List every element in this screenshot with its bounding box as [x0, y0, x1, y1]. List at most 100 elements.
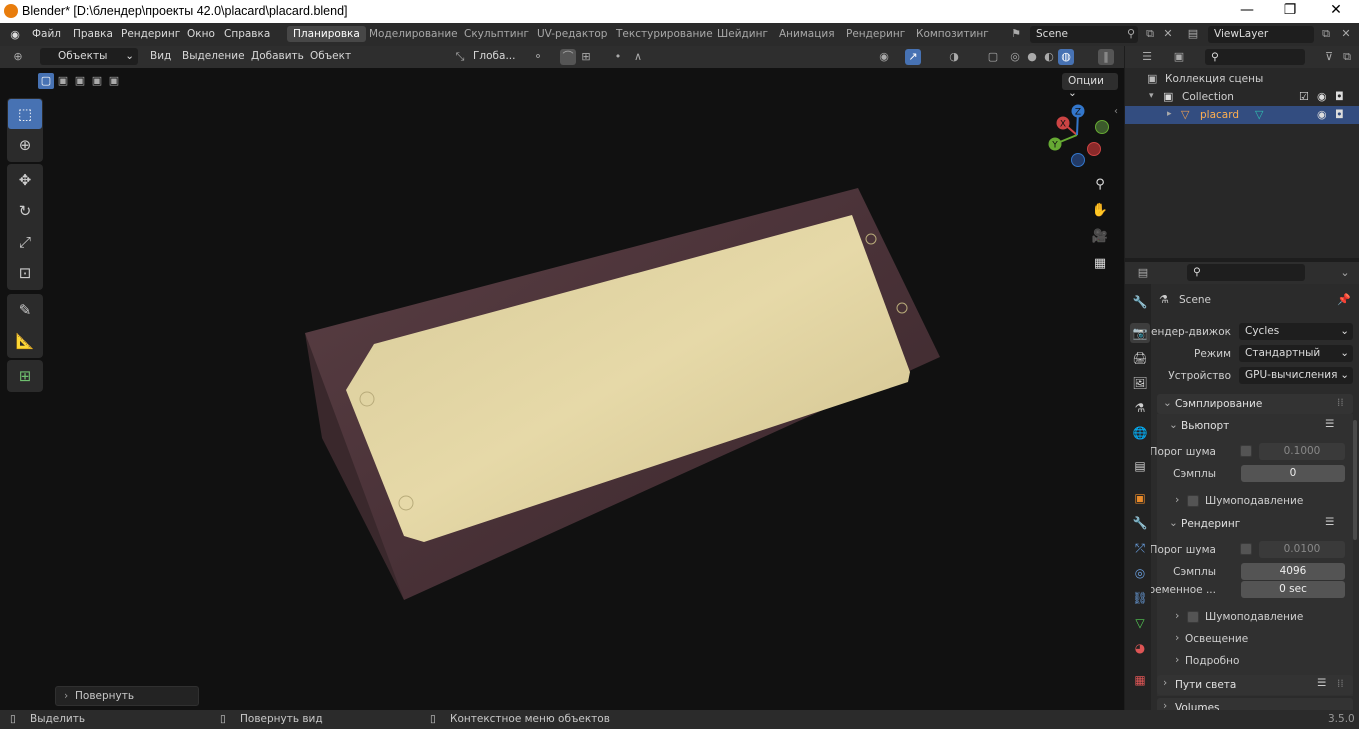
close-button[interactable]: ✕ — [1326, 2, 1346, 20]
camera-icon[interactable]: ◘ — [1335, 90, 1344, 103]
view-layer-tab-icon[interactable]: 🖼 — [1130, 373, 1150, 393]
gizmo-neg-y-icon[interactable] — [1095, 120, 1109, 134]
pan-hand-icon[interactable]: ✋ — [1090, 201, 1110, 221]
render-noise-threshold-field[interactable]: 0.0100 — [1259, 541, 1345, 558]
time-limit-field[interactable]: 0 sec — [1241, 581, 1345, 598]
menu-add[interactable]: Добавить — [251, 50, 304, 62]
filter-icon[interactable]: ⊽ — [1321, 49, 1337, 65]
noise-threshold-checkbox[interactable] — [1240, 445, 1252, 457]
pin-icon[interactable]: ⚲ — [1123, 26, 1139, 42]
display-mode-icon[interactable]: ▣ — [1171, 49, 1187, 65]
render-engine-dropdown[interactable]: Cycles ⌄ — [1239, 323, 1353, 340]
eye-icon[interactable]: ◉ — [1317, 108, 1327, 121]
output-tab-icon[interactable]: 🖨 — [1130, 348, 1150, 368]
drag-handle-icon[interactable]: ⁞⁞ — [1337, 397, 1344, 409]
tab-shading[interactable]: Шейдинг — [717, 28, 768, 40]
last-operator-panel[interactable]: › Повернуть — [55, 686, 199, 706]
menu-render[interactable]: Рендеринг — [121, 28, 180, 40]
data-tab-icon[interactable]: ▽ — [1130, 613, 1150, 633]
tab-texture-paint[interactable]: Текстурирование — [616, 28, 713, 40]
maximize-button[interactable]: ❐ — [1280, 2, 1300, 20]
mode-dropdown[interactable]: Объекты ⌄ — [40, 48, 138, 65]
menu-view[interactable]: Вид — [150, 50, 171, 62]
outliner-editor-icon[interactable]: ☰ — [1139, 49, 1155, 65]
delete-scene-icon[interactable]: ✕ — [1160, 26, 1176, 42]
tab-animation[interactable]: Анимация — [779, 28, 835, 40]
object-tab-icon[interactable]: ▣ — [1130, 488, 1150, 508]
editor-type-icon[interactable]: ⊕ — [10, 49, 26, 65]
scene-field[interactable]: Scene — [1030, 26, 1138, 43]
proportional-editing-icon[interactable]: • — [610, 49, 626, 65]
shading-wireframe-icon[interactable]: ◎ — [1007, 49, 1023, 65]
tab-modeling[interactable]: Моделирование — [369, 28, 458, 40]
physics-tab-icon[interactable]: ◎ — [1130, 563, 1150, 583]
zoom-icon[interactable]: ⚲ — [1090, 175, 1110, 195]
tab-rendering[interactable]: Рендеринг — [846, 28, 905, 40]
viewport-denoise-row[interactable]: › Шумоподавление — [1175, 492, 1345, 510]
new-collection-icon[interactable]: ⧉ — [1339, 49, 1355, 65]
falloff-icon[interactable]: ∧ — [630, 49, 646, 65]
transform-orientation-dropdown[interactable]: Глоба... — [473, 50, 515, 62]
menu-help[interactable]: Справка — [224, 28, 270, 40]
gizmo-neg-x-icon[interactable] — [1087, 142, 1101, 156]
pin-icon[interactable]: 📌 — [1337, 293, 1351, 306]
gizmo-toggle-icon[interactable]: ↗ — [905, 49, 921, 65]
new-viewlayer-icon[interactable]: ⧉ — [1318, 26, 1334, 42]
transform-orientation-icon[interactable]: ⤡ — [452, 49, 468, 65]
tab-sculpting[interactable]: Скульптинг — [464, 28, 529, 40]
camera-icon[interactable]: ◘ — [1335, 108, 1344, 121]
eye-icon[interactable]: ◉ — [1317, 90, 1327, 103]
advanced-subpanel-header[interactable]: › Подробно — [1175, 652, 1345, 670]
pivot-icon[interactable]: ⚬ — [530, 49, 546, 65]
mode-dropdown[interactable]: Стандартный ⌄ — [1239, 345, 1353, 362]
sampling-panel-header[interactable]: ⌄ Сэмплирование ⁞⁞ — [1157, 394, 1353, 414]
lights-subpanel-header[interactable]: › Освещение — [1175, 630, 1345, 648]
overlay-toggle-icon[interactable]: ◑ — [946, 49, 962, 65]
navigation-gizmo[interactable]: X Y Z — [1042, 102, 1116, 168]
constraints-tab-icon[interactable]: ⛓ — [1130, 588, 1150, 608]
chevron-down-icon[interactable]: ▾ — [1149, 91, 1154, 101]
scene-icon[interactable]: ⚑ — [1008, 26, 1024, 42]
tab-compositing[interactable]: Композитинг — [916, 28, 989, 40]
device-dropdown[interactable]: GPU-вычисления ⌄ — [1239, 367, 1353, 384]
pause-render-icon[interactable]: ‖ — [1098, 49, 1114, 65]
gizmo-neg-z-icon[interactable] — [1071, 153, 1085, 167]
shading-material-icon[interactable]: ◐ — [1041, 49, 1057, 65]
delete-viewlayer-icon[interactable]: ✕ — [1338, 26, 1354, 42]
material-tab-icon[interactable]: ◕ — [1130, 638, 1150, 658]
checkbox-icon[interactable]: ☑ — [1299, 90, 1309, 103]
shading-solid-icon[interactable]: ● — [1024, 49, 1040, 65]
render-denoise-row[interactable]: › Шумоподавление — [1175, 608, 1345, 626]
menu-edit[interactable]: Правка — [73, 28, 113, 40]
snap-target-icon[interactable]: ⊞ — [578, 49, 594, 65]
outliner-row-scene-collection[interactable]: ▣ Коллекция сцены — [1125, 70, 1359, 88]
menu-file[interactable]: Файл — [32, 28, 61, 40]
drag-handle-icon[interactable]: ⁞⁞ — [1337, 678, 1344, 690]
preset-list-icon[interactable]: ☰ — [1325, 418, 1334, 430]
camera-view-icon[interactable]: 🎥 — [1090, 227, 1110, 247]
chevron-down-icon[interactable]: ⌄ — [1337, 265, 1353, 281]
viewport-denoise-checkbox[interactable] — [1187, 495, 1199, 507]
xray-toggle-icon[interactable]: ▢ — [985, 49, 1001, 65]
minimize-button[interactable]: — — [1237, 2, 1257, 20]
mesh-data-icon[interactable]: ▽ — [1255, 108, 1263, 121]
tool-tab-icon[interactable]: 🔧 — [1130, 292, 1150, 312]
world-tab-icon[interactable]: 🌐 — [1130, 423, 1150, 443]
outliner-row-placard[interactable]: ▸ ▽ placard ▽ ◉ ◘ — [1125, 106, 1359, 124]
outliner-row-collection[interactable]: ▾ ▣ Collection ☑ ◉ ◘ — [1125, 88, 1359, 106]
viewport-samples-field[interactable]: 0 — [1241, 465, 1345, 482]
3d-viewport[interactable]: ▢ ▣ ▣ ▣ ▣ Опции ⌄ ⬚ ⊕ ✥ ↻ ⤢ ⊡ ✎ 📐 ⊞ X Y … — [0, 68, 1124, 710]
properties-search-input[interactable]: ⚲ — [1187, 264, 1305, 281]
collection-tab-icon[interactable]: ▤ — [1130, 456, 1150, 476]
noise-threshold-checkbox[interactable] — [1240, 543, 1252, 555]
volumes-panel-header[interactable]: › Volumes — [1157, 698, 1353, 710]
render-samples-field[interactable]: 4096 — [1241, 563, 1345, 580]
outliner-search-input[interactable]: ⚲ — [1205, 49, 1305, 65]
shading-rendered-icon[interactable]: ◍ — [1058, 49, 1074, 65]
viewlayer-field[interactable]: ViewLayer — [1208, 26, 1314, 43]
viewport-subpanel-header[interactable]: ⌄ Вьюпорт ☰ — [1163, 416, 1351, 436]
chevron-right-icon[interactable]: ▸ — [1167, 109, 1172, 119]
properties-editor-icon[interactable]: ▤ — [1135, 265, 1151, 281]
particles-tab-icon[interactable]: ⤱ — [1130, 538, 1150, 558]
blender-menu-icon[interactable]: ◉ — [7, 27, 23, 43]
